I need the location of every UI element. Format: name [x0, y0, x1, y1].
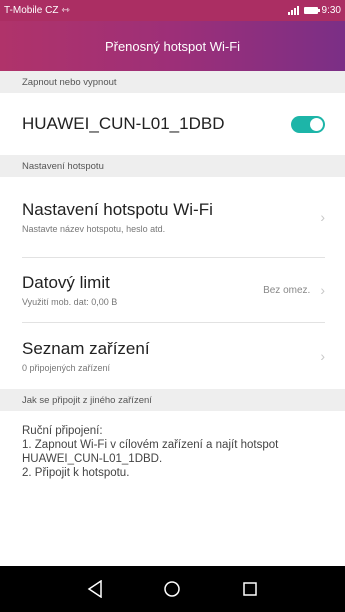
- chevron-right-icon: ›: [320, 347, 325, 364]
- chevron-right-icon: ›: [320, 282, 325, 298]
- navigation-bar: [0, 566, 345, 612]
- home-circle-icon[interactable]: [160, 577, 184, 601]
- battery-icon: [303, 7, 320, 14]
- instructions-line: Ruční připojení:: [22, 425, 103, 437]
- hotspot-toggle[interactable]: [291, 115, 325, 133]
- section-header-settings: Nastavení hotspotu: [0, 155, 345, 177]
- clock: 9:30: [321, 5, 341, 16]
- wifi-settings-row[interactable]: Nastavení hotspotu Wi-Fi Nastavte název …: [0, 177, 345, 257]
- device-list-title: Seznam zařízení: [22, 338, 150, 358]
- status-bar: T-Mobile CZ ⇿ 9:30: [0, 0, 345, 21]
- title-bar: Přenosný hotspot Wi-Fi: [0, 21, 345, 71]
- data-limit-row[interactable]: Datový limit Využití mob. dat: 0,00 B Be…: [0, 258, 345, 322]
- section-label: Zapnout nebo vypnout: [22, 76, 117, 88]
- section-header-connect: Jak se připojit z jiného zařízení: [0, 389, 345, 411]
- section-label: Jak se připojit z jiného zařízení: [22, 394, 152, 406]
- chevron-right-icon: ›: [320, 209, 325, 225]
- usb-icon: ⇿: [61, 5, 70, 16]
- device-list-row[interactable]: Seznam zařízení 0 připojených zařízení ›: [0, 323, 345, 388]
- section-label: Nastavení hotspotu: [22, 160, 104, 172]
- back-triangle-icon[interactable]: [83, 577, 107, 601]
- instructions-line: 2. Připojit k hotspotu.: [22, 467, 130, 479]
- recents-square-icon[interactable]: [238, 577, 262, 601]
- connect-instructions: Ruční připojení: 1. Zapnout Wi-Fi v cílo…: [22, 424, 332, 480]
- carrier-name: T-Mobile CZ: [4, 5, 59, 16]
- instructions-line: 1. Zapnout Wi-Fi v cílovém zařízení a na…: [22, 439, 282, 465]
- signal-icon: [287, 6, 299, 15]
- hotspot-toggle-row[interactable]: HUAWEI_CUN-L01_1DBD: [0, 93, 345, 155]
- data-limit-subtitle: Využití mob. dat: 0,00 B: [22, 297, 118, 307]
- hotspot-ssid: HUAWEI_CUN-L01_1DBD: [22, 114, 225, 133]
- data-limit-value: Bez omez.: [263, 284, 311, 296]
- wifi-settings-subtitle: Nastavte název hotspotu, heslo atd.: [22, 224, 166, 234]
- wifi-settings-title: Nastavení hotspotu Wi-Fi: [22, 200, 213, 219]
- toggle-knob: [310, 117, 323, 131]
- section-header-toggle: Zapnout nebo vypnout: [0, 71, 345, 93]
- page-title: Přenosný hotspot Wi-Fi: [104, 38, 241, 54]
- data-limit-title: Datový limit: [22, 273, 110, 292]
- device-list-subtitle: 0 připojených zařízení: [22, 362, 111, 373]
